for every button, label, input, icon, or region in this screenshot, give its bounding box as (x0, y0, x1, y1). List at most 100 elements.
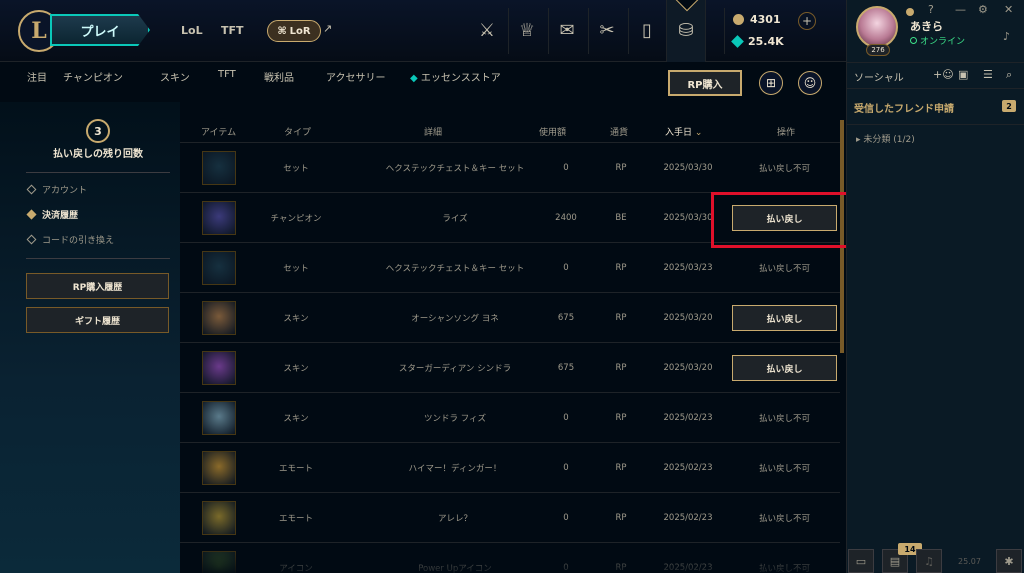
cell-detail: ツンドラ フィズ (423, 414, 487, 424)
friend-group-unsorted[interactable]: ▸ 未分類 (1/2) (856, 132, 915, 145)
item-thumbnail (202, 301, 236, 335)
cell-currency: RP (615, 513, 627, 523)
add-friend-icon[interactable]: +☺ (933, 68, 954, 81)
cell-currency: RP (615, 363, 627, 373)
rp-icon (733, 13, 744, 25)
voice-icon[interactable]: ♫ (916, 549, 942, 573)
purchase-history-table: アイテム タイプ 詳細 使用額 通貨 入手日 ⌄ 操作 セット ヘクステックチェス… (180, 120, 840, 573)
add-folder-icon[interactable]: ▣ (958, 68, 968, 81)
divider (846, 124, 1024, 125)
refund-button[interactable]: 払い戻し (732, 355, 837, 381)
nav-lor[interactable]: ⌘ LoR (267, 20, 321, 42)
divider (588, 8, 589, 54)
table-row: スキン ツンドラ フィズ 0 RP 2025/02/23 払い戻し不可 (180, 392, 840, 442)
diamond-icon (26, 184, 37, 195)
gift-icon[interactable]: ⊞ (759, 71, 783, 95)
bug-report-icon[interactable]: ✱ (996, 549, 1022, 573)
non-refundable-label: 払い戻し不可 (758, 414, 810, 424)
sidebar-item-label: アカウント (42, 186, 88, 196)
summoner-level: 276 (866, 44, 890, 56)
status-indicator (906, 8, 914, 16)
cell-date: 2025/02/23 (663, 463, 713, 473)
subnav-skins[interactable]: スキン (160, 69, 190, 84)
cell-amount: 0 (563, 263, 569, 273)
list-icon[interactable]: ☰ (983, 68, 993, 81)
loot-icon[interactable]: ✂ (590, 13, 624, 47)
clash-icon[interactable]: ⚔ (470, 13, 504, 47)
column-header-amount: 使用額 (539, 128, 567, 138)
ranked-icon[interactable]: ♕ (510, 13, 544, 47)
online-status[interactable]: オンライン (910, 34, 965, 47)
chat-icon[interactable]: ▭ (848, 549, 874, 573)
column-header-action: 操作 (777, 128, 796, 138)
date-header-label: 入手日 (665, 128, 693, 138)
client-version: 25.07 (958, 557, 981, 566)
store-icon[interactable]: ⛁ (669, 13, 703, 47)
subnav-tft[interactable]: TFT (218, 69, 236, 80)
column-header-detail: 詳細 (424, 128, 443, 138)
non-refundable-label: 払い戻し不可 (758, 464, 810, 474)
cell-type: スキン (283, 414, 309, 424)
rp-amount: 4301 (750, 12, 781, 26)
be-amount: 25.4K (748, 34, 784, 48)
blue-essence-icon (731, 34, 744, 48)
cell-currency: RP (615, 463, 627, 473)
non-refundable-label: 払い戻し不可 (758, 514, 810, 524)
gift-history-button[interactable]: ギフト履歴 (26, 307, 169, 333)
table-row: エモート ハイマー！ディンガー！ 0 RP 2025/02/23 払い戻し不可 (180, 442, 840, 492)
be-balance: 25.4K (731, 30, 824, 52)
search-icon[interactable]: ⌕ (1006, 68, 1012, 82)
cell-amount: 0 (563, 413, 569, 423)
subnav-accessories[interactable]: アクセサリー (326, 69, 386, 84)
subnav-featured[interactable]: 注目 (27, 69, 47, 84)
cell-type: エモート (278, 464, 313, 474)
column-header-item: アイテム (201, 128, 237, 138)
account-icon[interactable]: ☺ (798, 71, 822, 95)
cell-detail: ヘクステックチェスト＆キー セット (385, 264, 525, 274)
collection-icon[interactable]: ✉ (550, 13, 584, 47)
subnav-champions[interactable]: チャンピオン (63, 69, 123, 84)
table-row: セット ヘクステックチェスト＆キー セット 0 RP 2025/03/30 払い戻し不可 (180, 142, 840, 192)
diamond-icon (26, 234, 37, 245)
help-icon[interactable]: ? (928, 3, 934, 16)
close-icon[interactable]: ✕ (1004, 3, 1013, 16)
minimize-icon[interactable]: — (955, 3, 966, 16)
cell-currency: BE (615, 213, 627, 223)
subnav-essence-store[interactable]: ◆ エッセンスストア (410, 69, 501, 84)
sidebar-item-account[interactable]: アカウント (26, 183, 88, 196)
column-header-date[interactable]: 入手日 ⌄ (665, 125, 702, 138)
notification-bell-icon[interactable]: ♪ (1003, 30, 1010, 43)
essence-store-label: エッセンスストア (420, 73, 501, 84)
cell-detail: ライズ (442, 214, 468, 224)
summoner-name[interactable]: あきら (910, 18, 943, 34)
cell-amount: 675 (557, 313, 575, 323)
cell-type: セット (283, 164, 309, 174)
rp-purchase-button[interactable]: RP購入 (668, 70, 742, 96)
play-button[interactable]: プレイ (50, 14, 150, 46)
diamond-icon (26, 209, 37, 220)
cell-detail: アレレ？ (437, 514, 472, 524)
friend-requests-header[interactable]: 受信したフレンド申請 (854, 100, 954, 115)
gear-icon[interactable]: ⚙ (978, 3, 988, 16)
refund-button[interactable]: 払い戻し (732, 305, 837, 331)
avatar[interactable] (856, 6, 898, 48)
item-thumbnail (202, 451, 236, 485)
cell-amount: 0 (563, 513, 569, 523)
item-thumbnail (202, 401, 236, 435)
subnav-loot[interactable]: 戦利品 (264, 69, 294, 84)
divider (846, 88, 1024, 89)
cell-currency: RP (615, 163, 627, 173)
request-count-badge: 2 (1002, 100, 1016, 112)
nav-tft[interactable]: TFT (221, 24, 244, 37)
cell-amount: 0 (563, 463, 569, 473)
sidebar-item-redeem-code[interactable]: コードの引き換え (26, 233, 114, 246)
rp-history-button[interactable]: RP購入履歴 (26, 273, 169, 299)
cell-date: 2025/03/20 (663, 313, 713, 323)
nav-lol[interactable]: LoL (181, 24, 203, 37)
external-link-icon: ↗ (323, 22, 333, 35)
sidebar-item-purchase-history[interactable]: 決済履歴 (26, 208, 78, 221)
table-row: スキン スターガーディアン シンドラ 675 RP 2025/03/20 払い戻し (180, 342, 840, 392)
loadout-icon[interactable]: ▯ (630, 13, 664, 47)
cell-date: 2025/03/30 (663, 163, 713, 173)
add-rp-button[interactable]: + (798, 12, 816, 30)
